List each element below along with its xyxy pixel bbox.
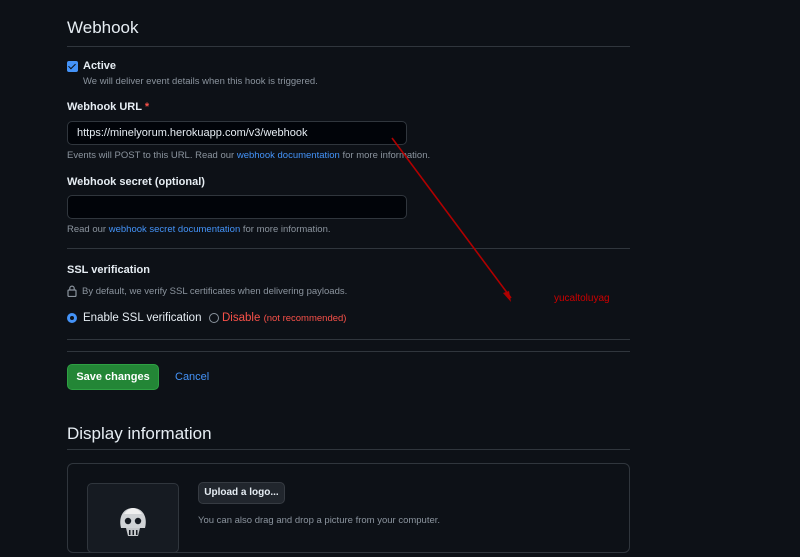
annotation-arrow xyxy=(391,137,512,302)
annotation-text: yucaltoluyag xyxy=(554,293,610,304)
